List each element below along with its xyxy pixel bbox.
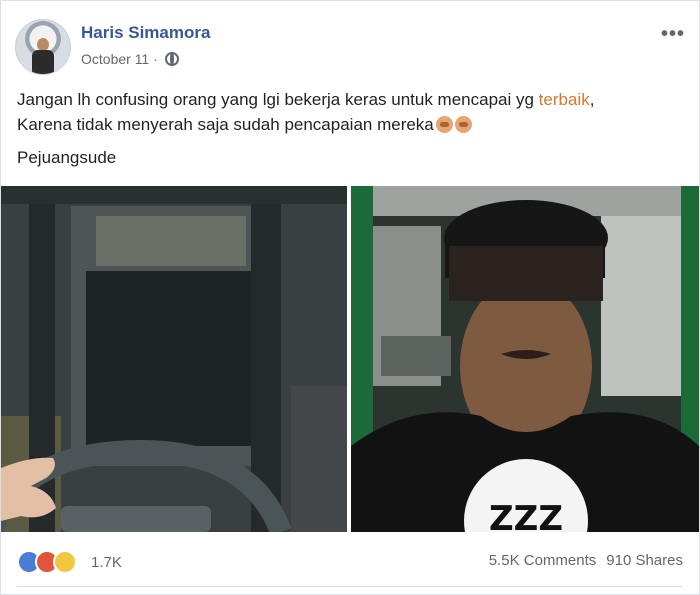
forklift-illustration — [1, 186, 347, 532]
monkey-emoji-icon — [435, 116, 453, 133]
monkey-emoji-icon — [454, 116, 472, 133]
reaction-count: 1.7K — [91, 553, 122, 571]
comments-count[interactable]: 5.5K Comments — [489, 552, 597, 569]
post-date[interactable]: October 11 · — [81, 51, 158, 67]
photo-selfie[interactable]: ZZZ — [351, 186, 699, 532]
post-text: Jangan lh confusing orang yang lgi beker… — [17, 87, 687, 137]
photo-forklift[interactable] — [1, 186, 347, 532]
globe-icon — [164, 52, 179, 66]
divider — [17, 586, 683, 587]
author-name[interactable]: Haris Simamora — [81, 23, 210, 43]
author-avatar[interactable] — [15, 19, 71, 75]
post-hashtag: Pejuangsude — [17, 148, 117, 167]
post-meta: October 11 · — [81, 51, 179, 67]
engagement-stats: 5.5K Comments 910 Shares — [489, 552, 683, 569]
selfie-illustration: ZZZ — [351, 186, 699, 532]
avatar-body — [32, 50, 54, 74]
reactions-summary[interactable]: 1.7K — [17, 550, 122, 574]
post-line1-before: Jangan lh confusing orang yang lgi beker… — [17, 90, 539, 109]
more-options-icon[interactable]: ••• — [661, 23, 685, 46]
post-line2: Karena tidak menyerah saja sudah pencapa… — [17, 115, 434, 134]
haha-icon — [53, 550, 77, 574]
shirt-text: ZZZ — [489, 499, 563, 532]
post-line1-after: , — [589, 90, 595, 109]
post-highlight-word: terbaik — [538, 90, 590, 109]
post-card: Haris Simamora October 11 · ••• Jangan l… — [0, 0, 700, 595]
shares-count[interactable]: 910 Shares — [606, 552, 683, 569]
